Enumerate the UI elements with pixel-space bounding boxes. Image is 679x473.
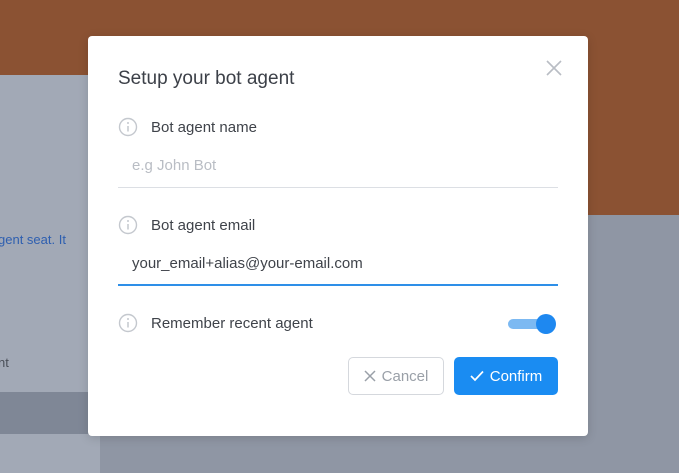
background-label-text: nt [0, 355, 9, 370]
close-icon[interactable] [546, 60, 562, 76]
remember-agent-label-row: Remember recent agent [118, 312, 313, 334]
check-icon [470, 370, 484, 382]
info-icon [118, 313, 138, 333]
remember-agent-toggle[interactable] [506, 314, 558, 336]
confirm-button[interactable]: Confirm [454, 357, 558, 395]
bot-agent-email-label: Bot agent email [151, 216, 256, 234]
bot-agent-name-label-row: Bot agent name [118, 116, 257, 138]
bot-agent-name-input[interactable] [118, 149, 558, 181]
remember-agent-label: Remember recent agent [151, 314, 313, 332]
setup-bot-agent-modal: Setup your bot agent Bot agent name e.g … [88, 36, 588, 436]
bot-agent-email-label-row: Bot agent email [118, 214, 255, 236]
app-screen: gent seat. It nt Setup your bot agent Bo… [0, 0, 679, 473]
cancel-button[interactable]: Cancel [348, 357, 444, 395]
bot-agent-email-input[interactable] [118, 247, 558, 279]
x-icon [364, 370, 376, 382]
background-link-text: gent seat. It [0, 232, 66, 247]
bot-agent-name-underline [118, 187, 558, 188]
bot-agent-name-label: Bot agent name [151, 118, 257, 136]
modal-title: Setup your bot agent [118, 68, 295, 89]
toggle-knob[interactable] [536, 314, 556, 334]
bot-agent-email-underline [118, 284, 558, 286]
confirm-button-label: Confirm [489, 367, 543, 385]
background-footer-strip [0, 392, 100, 434]
cancel-button-label: Cancel [381, 367, 429, 385]
info-icon [118, 117, 138, 137]
info-icon [118, 215, 138, 235]
